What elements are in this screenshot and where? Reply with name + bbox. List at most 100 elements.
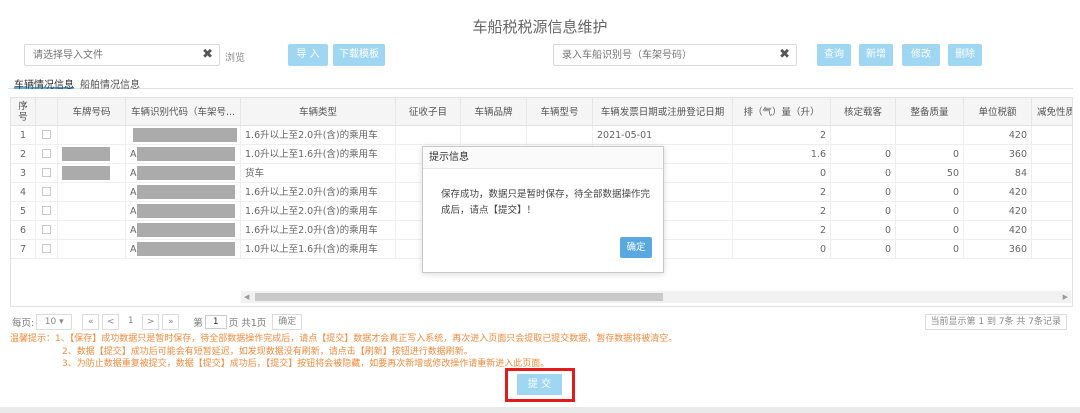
redacted-vin [136, 222, 235, 237]
goto-suffix: 页 共1页 [228, 318, 267, 329]
table-header: 序号 车牌号码 车辆识别代码（车架号... 车辆类型 征收子目 车辆品牌 车辆型… [11, 98, 1072, 126]
cell-disp: 1.6 [733, 145, 831, 164]
cell-no: 2 [11, 145, 36, 164]
cell-plate [58, 221, 126, 240]
table-row[interactable]: 1 1.6升以上至2.0升(含)的乘用车 2021-05-01 2 420 [11, 126, 1072, 145]
horizontal-scrollbar[interactable]: ◀ ▶ [241, 291, 1071, 303]
dialog-message: 保存成功，数据只是暂时保存，待全部数据操作完成后，请点【提交】！ [441, 189, 651, 216]
download-template-button[interactable]: 下载模板 [333, 44, 385, 66]
next-page-button[interactable]: > [142, 314, 160, 330]
import-button[interactable]: 导 入 [288, 44, 328, 66]
cell-mass: 0 [896, 183, 964, 202]
import-file-input[interactable] [25, 45, 196, 65]
cell-plate [58, 240, 126, 259]
empty-cell [1032, 221, 1072, 240]
row-checkbox[interactable] [42, 206, 51, 215]
empty-cell [1032, 240, 1072, 259]
row-checkbox[interactable] [42, 244, 51, 253]
cell-type: 1.6升以上至2.0升(含)的乘用车 [241, 126, 396, 145]
footer-bar [0, 407, 1080, 413]
delete-button[interactable]: 删除 [948, 44, 982, 66]
empty-cell [396, 126, 461, 145]
col-header-select [36, 98, 58, 126]
row-checkbox[interactable] [42, 149, 51, 158]
col-header-displacement: 排（气）量（升） [733, 98, 831, 126]
clear-file-icon[interactable]: ✖ [202, 47, 213, 62]
query-button[interactable]: 查询 [817, 44, 851, 66]
import-file-field[interactable]: ✖ [24, 44, 220, 66]
cell-type: 货车 [241, 164, 396, 183]
cell-mass: 0 [896, 240, 964, 259]
prev-page-button[interactable]: < [102, 314, 120, 330]
browse-button[interactable]: 浏览 [225, 49, 245, 64]
clear-search-icon[interactable]: ✖ [779, 47, 790, 62]
empty-cell [1032, 145, 1072, 164]
goto-page-input[interactable]: 1 [204, 315, 227, 329]
row-select-cell [36, 126, 58, 145]
cell-vin: A [126, 183, 241, 202]
last-page-button[interactable]: » [162, 314, 180, 330]
cell-date: 2021-05-01 [593, 126, 733, 145]
cell-vin: A [126, 145, 241, 164]
cell-vin: A [126, 221, 241, 240]
redacted-vin [133, 127, 237, 142]
col-header-date: 车辆发票日期或注册登记日期 [593, 98, 733, 126]
cell-mass [896, 126, 964, 145]
record-summary-box: 当前显示第 1 到 7条 共 7条记录 [924, 313, 1070, 331]
cell-tax: 420 [964, 221, 1032, 240]
tabs-divider [8, 88, 1073, 89]
empty-cell [1032, 202, 1072, 221]
cell-plate [58, 164, 126, 183]
goto-confirm-button[interactable]: 确定 [272, 314, 303, 330]
row-checkbox[interactable] [42, 187, 51, 196]
row-select-cell [36, 202, 58, 221]
cell-no: 5 [11, 202, 36, 221]
cell-no: 4 [11, 183, 36, 202]
cell-mass: 50 [896, 164, 964, 183]
cell-vin: A [126, 202, 241, 221]
cell-vin [126, 126, 241, 145]
redacted-vin [136, 184, 235, 199]
cell-no: 6 [11, 221, 36, 240]
scroll-right-icon[interactable]: ▶ [1063, 291, 1068, 303]
cell-no: 3 [11, 164, 36, 183]
row-checkbox[interactable] [42, 225, 51, 234]
record-summary: 当前显示第 1 到 7条 共 7条记录 [924, 314, 1067, 330]
tab-vehicle-info[interactable]: 车辆情况信息 [14, 76, 74, 91]
cell-mass: 0 [896, 145, 964, 164]
submit-button[interactable]: 提 交 [517, 374, 562, 395]
vehicle-search-input[interactable] [554, 45, 767, 65]
cell-disp: 2 [733, 202, 831, 221]
cell-tax: 420 [964, 183, 1032, 202]
add-button[interactable]: 新增 [859, 44, 893, 66]
row-checkbox[interactable] [42, 168, 51, 177]
per-page-select[interactable]: 10 ▾ [36, 314, 73, 330]
col-header-index: 序号 [11, 98, 36, 126]
first-page-button[interactable]: « [82, 314, 100, 330]
tab-vessel-info[interactable]: 船舶情况信息 [80, 76, 140, 91]
col-header-model: 车辆型号 [527, 98, 593, 126]
scroll-thumb[interactable] [255, 293, 663, 301]
row-checkbox[interactable] [42, 130, 51, 139]
edit-button[interactable]: 修改 [902, 44, 940, 66]
cell-seats: 0 [831, 164, 896, 183]
scroll-left-icon[interactable]: ◀ [244, 291, 249, 303]
cell-tax: 84 [964, 164, 1032, 183]
cell-type: 1.6升以上至2.0升(含)的乘用车 [241, 221, 396, 240]
row-select-cell [36, 145, 58, 164]
redacted-vin [136, 146, 235, 161]
cell-mass: 0 [896, 202, 964, 221]
cell-type: 1.6升以上至2.0升(含)的乘用车 [241, 183, 396, 202]
redacted-vin [136, 165, 235, 180]
col-header-seats: 核定载客 [831, 98, 896, 126]
goto-prefix: 第 [193, 318, 203, 329]
vehicle-search-field[interactable]: ✖ [553, 44, 797, 66]
dialog-ok-button[interactable]: 确定 [620, 237, 652, 258]
cell-type: 1.0升以上至1.6升(含)的乘用车 [241, 240, 396, 259]
cell-disp: 2 [733, 126, 831, 145]
cell-vin: A [126, 240, 241, 259]
cell-seats: 0 [831, 183, 896, 202]
cell-seats: 0 [831, 202, 896, 221]
cell-no: 1 [11, 126, 36, 145]
redacted-vin [136, 241, 235, 256]
